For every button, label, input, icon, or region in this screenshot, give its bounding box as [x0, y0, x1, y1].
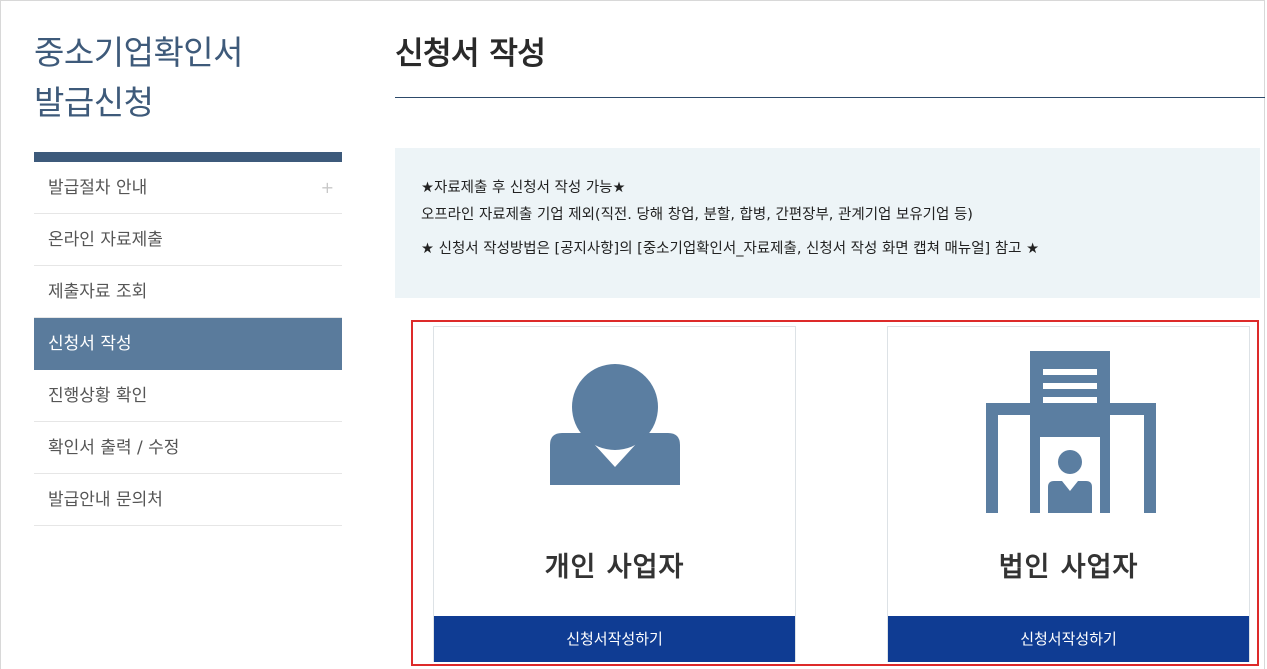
notice-line-3: ★ 신청서 작성방법은 [공지사항]의 [중소기업확인서_자료제출, 신청서 작… [421, 241, 1040, 257]
corporate-business-label: 법인 사업자 [998, 552, 1139, 583]
sidebar-item-contact[interactable]: 발급안내 문의처 [34, 474, 342, 526]
sidebar-item-application-write[interactable]: 신청서 작성 [34, 318, 342, 370]
individual-business-card[interactable]: 개인 사업자 신청서작성하기 [433, 326, 796, 662]
sidebar-item-certificate-print[interactable]: 확인서 출력 / 수정 [34, 422, 342, 474]
person-icon [550, 364, 680, 485]
sidebar-item-label: 발급절차 안내 [48, 178, 148, 198]
sidebar-item-label: 신청서 작성 [48, 334, 132, 354]
notice-box: ★자료제출 후 신청서 작성 가능★ 오프라인 자료제출 기업 제외(직전. 당… [395, 148, 1260, 298]
individual-business-label: 개인 사업자 [544, 552, 685, 583]
sidebar-item-label: 온라인 자료제출 [48, 230, 163, 250]
individual-apply-button[interactable]: 신청서작성하기 [434, 616, 795, 662]
sidebar-menu: 발급절차 안내 + 온라인 자료제출 제출자료 조회 신청서 작성 진행상황 확… [34, 162, 342, 526]
sidebar-title-line2: 발급신청 [34, 83, 154, 122]
title-divider [395, 96, 1265, 98]
sidebar-item-label: 제출자료 조회 [48, 282, 148, 302]
sidebar-item-label: 발급안내 문의처 [48, 490, 163, 510]
sidebar: 중소기업확인서 발급신청 발급절차 안내 + 온라인 자료제출 제출자료 조회 … [34, 0, 342, 526]
building-icon [986, 351, 1156, 513]
sidebar-title: 중소기업확인서 발급신청 [34, 28, 342, 128]
page-title: 신청서 작성 [395, 36, 546, 72]
sidebar-item-label: 확인서 출력 / 수정 [48, 438, 180, 458]
applicant-type-selection: 개인 사업자 신청서작성하기 법인 사업자 신청서작성하기 [411, 320, 1259, 666]
corporate-business-card[interactable]: 법인 사업자 신청서작성하기 [887, 326, 1250, 662]
notice-line-2: 오프라인 자료제출 기업 제외(직전. 당해 창업, 분할, 합병, 간편장부,… [421, 207, 973, 223]
corporate-apply-button[interactable]: 신청서작성하기 [888, 616, 1249, 662]
sidebar-item-submission-lookup[interactable]: 제출자료 조회 [34, 266, 342, 318]
sidebar-divider-bar [34, 152, 342, 162]
sidebar-title-line1: 중소기업확인서 [34, 33, 244, 72]
notice-line-1: ★자료제출 후 신청서 작성 가능★ [421, 180, 626, 196]
sidebar-item-online-submission[interactable]: 온라인 자료제출 [34, 214, 342, 266]
sidebar-item-progress-check[interactable]: 진행상황 확인 [34, 370, 342, 422]
plus-icon[interactable]: + [321, 162, 334, 214]
main-content: 신청서 작성 ★자료제출 후 신청서 작성 가능★ 오프라인 자료제출 기업 제… [395, 0, 1265, 666]
sidebar-item-issuance-guide[interactable]: 발급절차 안내 + [34, 162, 342, 214]
sidebar-item-label: 진행상황 확인 [48, 386, 148, 406]
